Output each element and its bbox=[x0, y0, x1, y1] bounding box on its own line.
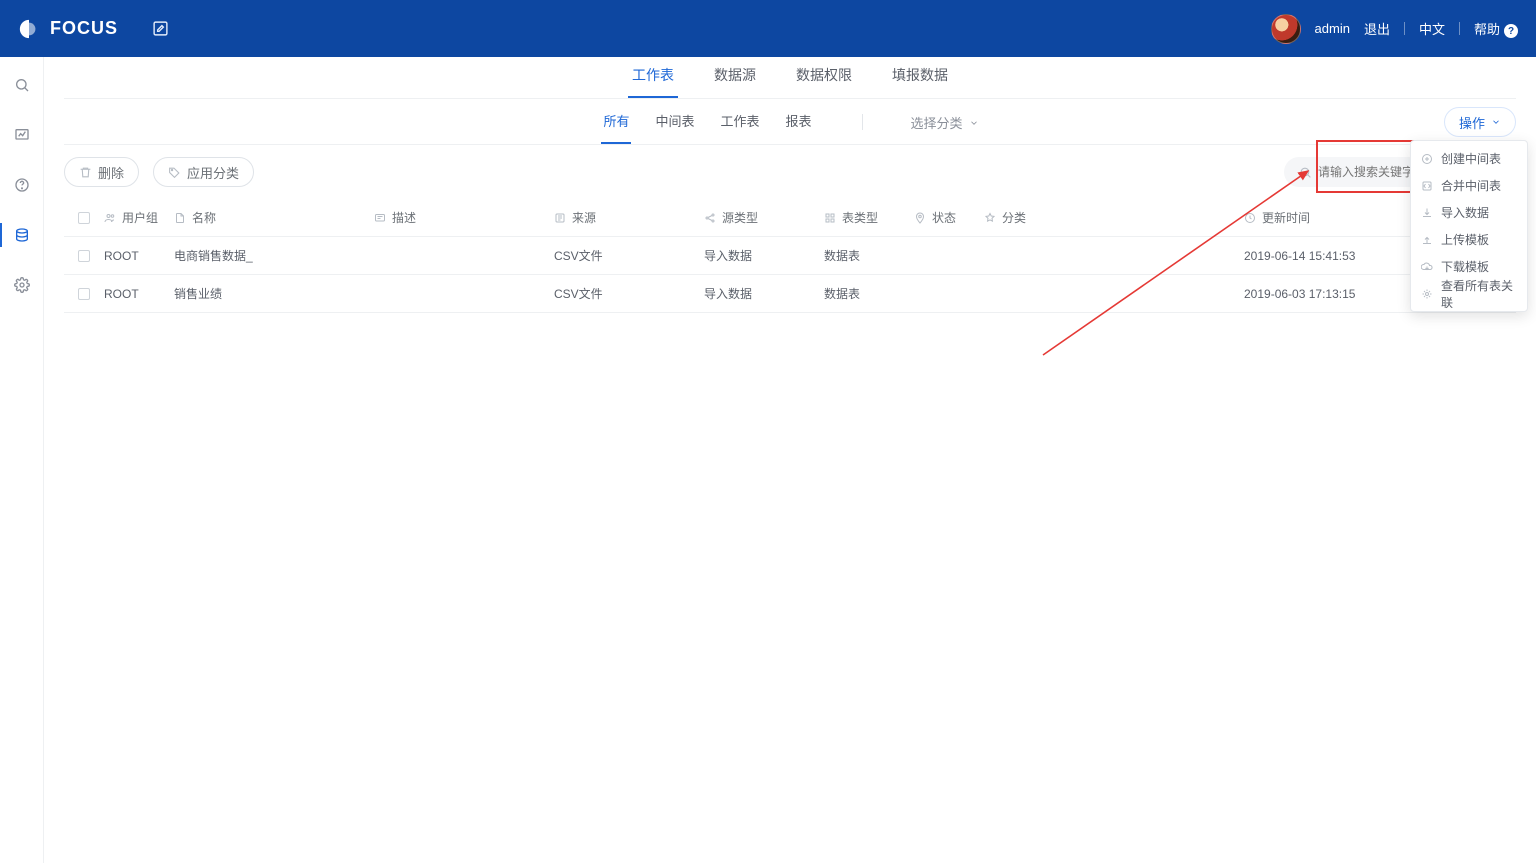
toolbar: 删除 应用分类 总页数:1 bbox=[64, 145, 1516, 199]
tab-datasource[interactable]: 数据源 bbox=[710, 65, 760, 98]
tab-reports[interactable]: 报表 bbox=[784, 111, 814, 144]
source-icon bbox=[554, 212, 566, 224]
row-checkbox[interactable] bbox=[78, 250, 90, 262]
dd-create-intermediate[interactable]: 创建中间表 bbox=[1411, 145, 1527, 172]
tab-worksheet[interactable]: 工作表 bbox=[628, 65, 678, 98]
star-icon bbox=[984, 212, 996, 224]
separator bbox=[1404, 22, 1405, 35]
delete-button[interactable]: 删除 bbox=[64, 157, 139, 187]
cell-name: 销售业绩 bbox=[174, 285, 374, 302]
logo-text: FOCUS bbox=[50, 18, 118, 39]
clock-icon bbox=[1244, 212, 1256, 224]
lang-link[interactable]: 中文 bbox=[1419, 19, 1445, 38]
users-icon bbox=[104, 212, 116, 224]
table-row[interactable]: ROOT电商销售数据_CSV文件导入数据数据表2019-06-14 15:41:… bbox=[64, 237, 1516, 275]
col-time: 更新时间 bbox=[1262, 209, 1310, 226]
search-icon bbox=[1299, 166, 1312, 179]
cell-src: CSV文件 bbox=[554, 247, 704, 264]
cell-stype: 导入数据 bbox=[704, 285, 824, 302]
tab-permission[interactable]: 数据权限 bbox=[792, 65, 856, 98]
logo-icon bbox=[18, 18, 40, 40]
col-ttype: 表类型 bbox=[842, 209, 878, 226]
merge-icon bbox=[1421, 180, 1433, 192]
logout-link[interactable]: 退出 bbox=[1364, 19, 1390, 38]
cell-user: ROOT bbox=[104, 249, 174, 263]
tab-report-data[interactable]: 填报数据 bbox=[888, 65, 952, 98]
col-source: 来源 bbox=[572, 209, 596, 226]
dd-import[interactable]: 导入数据 bbox=[1411, 199, 1527, 226]
dd-upload-template[interactable]: 上传模板 bbox=[1411, 226, 1527, 253]
download-icon bbox=[1421, 261, 1433, 273]
separator bbox=[1459, 22, 1460, 35]
primary-tabs: 工作表 数据源 数据权限 填报数据 bbox=[64, 57, 1516, 99]
rail-settings-icon[interactable] bbox=[0, 271, 44, 299]
col-category: 分类 bbox=[1002, 209, 1026, 226]
relation-icon bbox=[1421, 288, 1433, 300]
table-header: 用户组 名称 描述 来源 源类型 表类型 状态 分类 更新时间 bbox=[64, 199, 1516, 237]
cell-ttype: 数据表 bbox=[824, 285, 914, 302]
plus-circle-icon bbox=[1421, 153, 1433, 165]
col-status: 状态 bbox=[932, 209, 956, 226]
rail-search-icon[interactable] bbox=[0, 71, 44, 99]
rail-data-icon[interactable] bbox=[0, 221, 44, 249]
tab-intermediate[interactable]: 中间表 bbox=[653, 111, 696, 144]
select-all-checkbox[interactable] bbox=[78, 212, 90, 224]
tab-all[interactable]: 所有 bbox=[601, 111, 631, 144]
select-category[interactable]: 选择分类 bbox=[911, 113, 979, 144]
cell-ttype: 数据表 bbox=[824, 247, 914, 264]
chevron-down-icon bbox=[1491, 117, 1501, 127]
pin-icon bbox=[914, 212, 926, 224]
cell-src: CSV文件 bbox=[554, 285, 704, 302]
cell-user: ROOT bbox=[104, 287, 174, 301]
tab-worksheets[interactable]: 工作表 bbox=[718, 111, 761, 144]
tag-icon bbox=[168, 166, 181, 179]
username[interactable]: admin bbox=[1315, 21, 1350, 36]
share-icon bbox=[704, 212, 716, 224]
col-name: 名称 bbox=[192, 209, 216, 226]
rail-help-icon[interactable] bbox=[0, 171, 44, 199]
apply-category-button[interactable]: 应用分类 bbox=[153, 157, 254, 187]
edit-icon[interactable] bbox=[148, 17, 172, 41]
dd-merge-intermediate[interactable]: 合并中间表 bbox=[1411, 172, 1527, 199]
search-input[interactable] bbox=[1318, 165, 1418, 179]
upload-icon bbox=[1421, 234, 1433, 246]
cell-name: 电商销售数据_ bbox=[174, 247, 374, 264]
doc-icon bbox=[174, 212, 186, 224]
col-user: 用户组 bbox=[122, 209, 158, 226]
avatar[interactable] bbox=[1271, 14, 1301, 44]
separator bbox=[862, 114, 863, 130]
table-row[interactable]: ROOT销售业绩CSV文件导入数据数据表2019-06-03 17:13:15 bbox=[64, 275, 1516, 313]
actions-dropdown: 创建中间表 合并中间表 导入数据 上传模板 下载模板 查看所有表关联 bbox=[1410, 140, 1528, 312]
help-link[interactable]: 帮助? bbox=[1474, 19, 1518, 39]
left-rail bbox=[0, 57, 44, 863]
col-stype: 源类型 bbox=[722, 209, 758, 226]
chevron-down-icon bbox=[969, 118, 979, 128]
row-checkbox[interactable] bbox=[78, 288, 90, 300]
logo[interactable]: FOCUS bbox=[18, 18, 118, 40]
search-box[interactable] bbox=[1284, 157, 1424, 187]
top-bar: FOCUS admin 退出 中文 帮助? bbox=[0, 0, 1536, 57]
desc-icon bbox=[374, 212, 386, 224]
col-desc: 描述 bbox=[392, 209, 416, 226]
dd-view-relations[interactable]: 查看所有表关联 bbox=[1411, 280, 1527, 307]
help-icon: ? bbox=[1504, 24, 1518, 38]
main: 工作表 数据源 数据权限 填报数据 所有 中间表 工作表 报表 选择分类 操作 bbox=[44, 57, 1536, 863]
actions-button[interactable]: 操作 bbox=[1444, 107, 1516, 137]
rail-chart-icon[interactable] bbox=[0, 121, 44, 149]
top-right: admin 退出 中文 帮助? bbox=[1271, 14, 1518, 44]
trash-icon bbox=[79, 166, 92, 179]
import-icon bbox=[1421, 207, 1433, 219]
cell-stype: 导入数据 bbox=[704, 247, 824, 264]
grid-icon bbox=[824, 212, 836, 224]
secondary-tabs-row: 所有 中间表 工作表 报表 选择分类 操作 bbox=[64, 99, 1516, 145]
